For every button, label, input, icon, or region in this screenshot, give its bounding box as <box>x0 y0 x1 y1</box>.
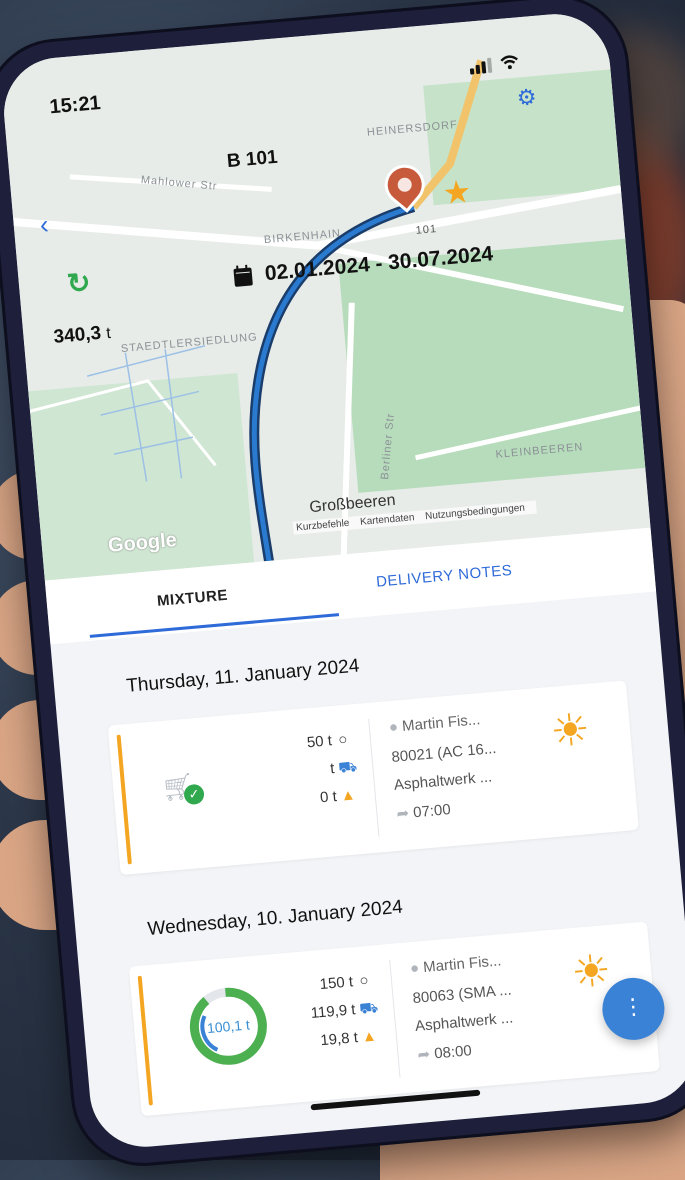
circle-icon: ○ <box>337 730 349 749</box>
qty-delivered-value: t <box>329 760 336 778</box>
departure-time: ➦ 08:00 <box>417 1041 473 1064</box>
card-divider <box>389 959 401 1078</box>
qty-ordered: 50 t ○ <box>306 730 350 752</box>
map-label-road-101: 101 <box>415 223 438 237</box>
person-icon: ● <box>388 718 399 737</box>
order-id: 80021 (AC 16... <box>390 739 498 767</box>
wifi-icon <box>500 55 518 70</box>
signal-icon <box>469 57 493 75</box>
order-id: 80063 (SMA ... <box>411 981 513 1008</box>
person-icon: ● <box>409 959 420 978</box>
driver-name: ● Martin Fis... <box>388 711 481 736</box>
qty-remaining-value: 19,8 t <box>319 1029 359 1050</box>
qty-delivered: 119,9 t ⛟ <box>310 999 379 1024</box>
day-header: Thursday, 11. January 2024 <box>125 655 361 697</box>
departure-time-text: 07:00 <box>412 801 452 822</box>
delivery-card[interactable]: 🛒︎ ✓ 50 t ○ t ⛟ 0 t ▲ ● Martin Fis... 80021… <box>107 680 639 876</box>
truck-icon: ⛟ <box>358 999 379 1018</box>
departure-time: ➦ 07:00 <box>396 800 452 823</box>
calendar-icon <box>233 267 253 287</box>
progress-label: 100,1 t <box>206 1016 251 1037</box>
qty-delivered: t ⛟ <box>329 758 358 780</box>
truck-icon: ⛟ <box>337 758 358 777</box>
card-divider <box>368 718 380 837</box>
status-bar-indicator <box>116 734 132 865</box>
status-bar-indicator <box>137 975 153 1106</box>
day-header: Wednesday, 10. January 2024 <box>146 896 404 940</box>
delivery-card[interactable]: 100,1 t 150 t ○ 119,9 t ⛟ 19,8 t ▲ ● Martin… <box>128 921 660 1117</box>
tonnage-value: 340,3 <box>52 322 102 348</box>
tab-delivery-notes[interactable]: DELIVERY NOTES <box>376 562 513 591</box>
qty-delivered-value: 119,9 t <box>310 1001 357 1023</box>
driver-name-text: Martin Fis... <box>401 711 481 735</box>
phone-screen: Mahlower Str HEINERSDORF BIRKENHAIN 101 … <box>0 9 685 1152</box>
arrow-icon: ➦ <box>395 804 410 823</box>
driver-name: ● Martin Fis... <box>409 952 502 977</box>
plant-name: Asphaltwerk ... <box>414 1009 514 1035</box>
qty-remaining: 0 t ▲ <box>319 786 357 807</box>
arrow-icon: ➦ <box>416 1045 431 1064</box>
check-icon: ✓ <box>183 783 205 806</box>
roadwork-icon: ▲ <box>361 1027 378 1046</box>
phone: Mahlower Str HEINERSDORF BIRKENHAIN 101 … <box>0 0 685 1169</box>
sun-icon: ☀ <box>548 704 593 758</box>
refresh-icon[interactable]: ↻ <box>66 266 92 301</box>
qty-ordered-value: 50 t <box>306 732 333 752</box>
gear-icon[interactable]: ⚙ <box>516 84 538 112</box>
qty-remaining: 19,8 t ▲ <box>319 1027 378 1050</box>
qty-remaining-value: 0 t <box>319 788 338 807</box>
departure-time-text: 08:00 <box>433 1042 473 1063</box>
active-tab-indicator <box>89 613 340 638</box>
driver-name-text: Martin Fis... <box>422 952 503 977</box>
qty-ordered: 150 t ○ <box>319 972 372 993</box>
plant-name: Asphaltwerk ... <box>393 768 493 794</box>
circle-icon: ○ <box>358 971 370 990</box>
star-icon[interactable]: ★ <box>441 172 473 212</box>
route-title: B 101 <box>226 146 279 173</box>
roadwork-icon: ▲ <box>340 786 357 805</box>
status-time: 15:21 <box>48 91 102 119</box>
tab-mixture[interactable]: MIXTURE <box>156 587 228 610</box>
qty-ordered-value: 150 t <box>318 973 354 994</box>
